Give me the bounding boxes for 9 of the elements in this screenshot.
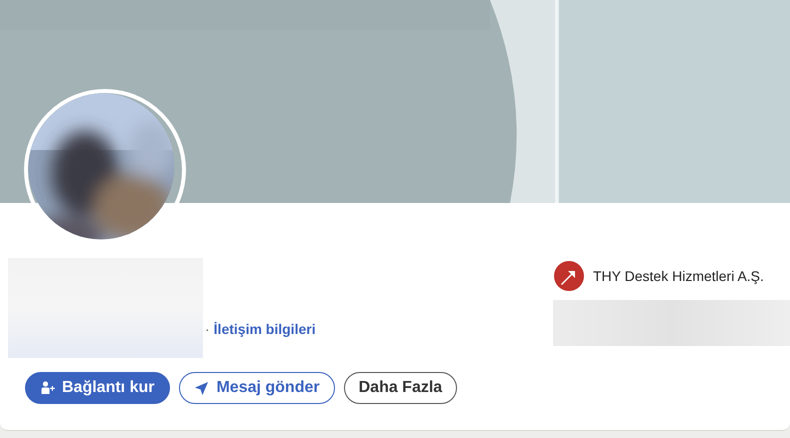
company-name: THY Destek Hizmetleri A.Ş. xyxy=(593,266,764,286)
add-person-icon xyxy=(41,381,55,395)
action-button[interactable]: Bağlantı kur xyxy=(25,372,170,404)
separator-dot: · xyxy=(205,320,210,339)
company-logo-icon xyxy=(553,260,585,292)
action-button[interactable]: Daha Fazla xyxy=(344,372,458,404)
action-button[interactable]: Mesaj gönder xyxy=(179,372,335,404)
send-icon xyxy=(194,380,210,396)
contact-info-link[interactable]: İletişim bilgileri xyxy=(214,319,316,340)
